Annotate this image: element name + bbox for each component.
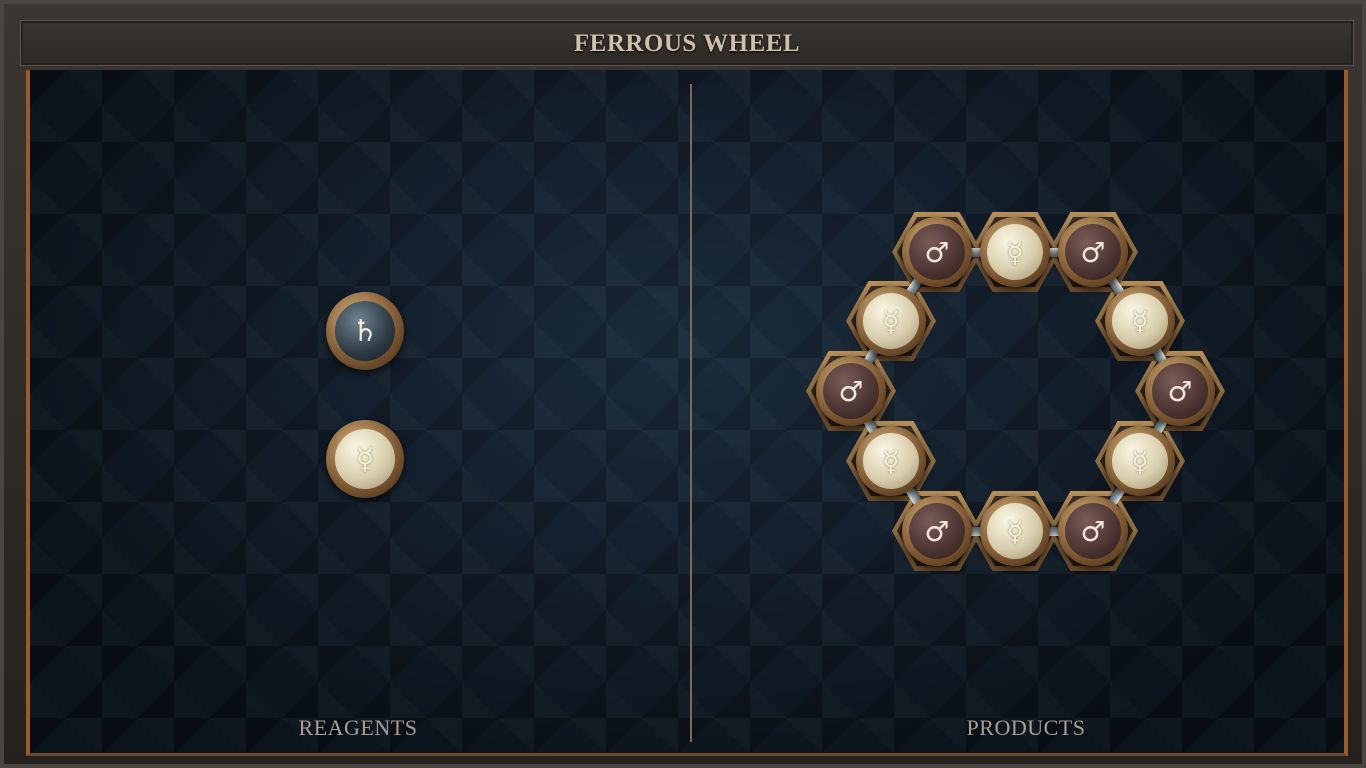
quicksilver-icon: ☿	[1112, 433, 1168, 489]
product-atom-quicksilver[interactable]: ☿	[980, 496, 1050, 566]
iron-symbol: ♂	[838, 374, 864, 408]
puzzle-board: ♄ ☿ ♂ ☿ ♂ ☿ ♂ ☿ ♂ ☿ ♂ ☿ ♂ ☿ REAGENTS PRODUCTS	[26, 70, 1348, 756]
product-atom-iron[interactable]: ♂	[816, 356, 886, 426]
window-frame: FERROUS WHEEL ♄ ☿ ♂ ☿ ♂ ☿ ♂ ☿ ♂ ☿ ♂ ☿ ♂ ☿ REAGENTS …	[0, 0, 1366, 768]
iron-icon: ♂	[1065, 224, 1121, 280]
iron-icon: ♂	[823, 363, 879, 419]
quicksilver-symbol: ☿	[882, 304, 900, 338]
products-label: PRODUCTS	[966, 715, 1086, 740]
product-atom-quicksilver[interactable]: ☿	[980, 217, 1050, 287]
reagents-label: REAGENTS	[298, 715, 418, 740]
product-atom-iron[interactable]: ♂	[1145, 356, 1215, 426]
product-atom-iron[interactable]: ♂	[1058, 496, 1128, 566]
product-atom-iron[interactable]: ♂	[902, 496, 972, 566]
quicksilver-icon: ☿	[863, 293, 919, 349]
quicksilver-symbol: ☿	[1131, 304, 1149, 338]
reagent-atom-lead[interactable]: ♄	[326, 292, 404, 370]
quicksilver-symbol: ☿	[355, 441, 375, 477]
quicksilver-icon: ☿	[987, 503, 1043, 559]
product-atom-iron[interactable]: ♂	[902, 217, 972, 287]
iron-icon: ♂	[909, 224, 965, 280]
product-atom-quicksilver[interactable]: ☿	[1105, 426, 1175, 496]
quicksilver-icon: ☿	[335, 429, 395, 489]
iron-symbol: ♂	[924, 514, 950, 548]
title-bar: FERROUS WHEEL	[20, 20, 1354, 66]
quicksilver-symbol: ☿	[1131, 444, 1149, 478]
quicksilver-icon: ☿	[863, 433, 919, 489]
iron-icon: ♂	[1065, 503, 1121, 559]
iron-symbol: ♂	[1167, 374, 1193, 408]
quicksilver-symbol: ☿	[882, 444, 900, 478]
lead-icon: ♄	[335, 301, 395, 361]
quicksilver-icon: ☿	[1112, 293, 1168, 349]
quicksilver-icon: ☿	[987, 224, 1043, 280]
quicksilver-symbol: ☿	[1006, 514, 1024, 548]
iron-symbol: ♂	[1080, 514, 1106, 548]
panel-divider	[690, 84, 692, 742]
product-atom-iron[interactable]: ♂	[1058, 217, 1128, 287]
product-atom-quicksilver[interactable]: ☿	[1105, 286, 1175, 356]
lead-symbol: ♄	[351, 313, 379, 349]
reagent-atom-quicksilver[interactable]: ☿	[326, 420, 404, 498]
puzzle-title: FERROUS WHEEL	[573, 30, 801, 57]
iron-icon: ♂	[909, 503, 965, 559]
quicksilver-symbol: ☿	[1006, 235, 1024, 269]
product-atom-quicksilver[interactable]: ☿	[856, 286, 926, 356]
iron-symbol: ♂	[924, 235, 950, 269]
product-atom-quicksilver[interactable]: ☿	[856, 426, 926, 496]
iron-icon: ♂	[1152, 363, 1208, 419]
iron-symbol: ♂	[1080, 235, 1106, 269]
